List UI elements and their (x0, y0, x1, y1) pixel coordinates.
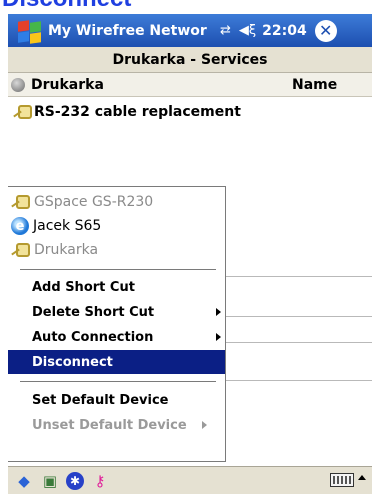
bluetooth-icon[interactable]: ✱ (66, 471, 84, 490)
device-status-icon (11, 77, 25, 92)
menu-item-label: Set Default Device (32, 392, 169, 408)
page-title-label: Drukarka - Services (112, 51, 268, 68)
plug-icon (10, 193, 30, 211)
submenu-arrow-icon (216, 308, 221, 316)
internet-explorer-icon: e (11, 217, 29, 235)
bottom-taskbar: ◆ ▣ ✱ ⚷ (8, 466, 372, 494)
menu-item-label: Auto Connection (32, 329, 154, 345)
context-menu: GSpace GS-R230 e Jacek S65 Drukarka Add … (8, 186, 226, 462)
submenu-arrow-icon (216, 333, 221, 341)
windows-start-icon[interactable] (12, 18, 42, 44)
menu-separator (20, 269, 216, 270)
menu-device-gspace[interactable]: GSpace GS-R230 (8, 190, 225, 214)
plug-icon (12, 103, 32, 121)
page-title: Drukarka - Services (8, 47, 372, 73)
device-label: GSpace GS-R230 (34, 194, 154, 210)
submenu-arrow-icon (202, 421, 207, 429)
back-arrow-icon[interactable]: ◆ (14, 471, 34, 491)
services-list: RS-232 cable replacement (8, 100, 372, 124)
keyboard-icon[interactable] (330, 473, 354, 487)
column-device-label: Drukarka (31, 76, 104, 93)
unset-default-device-item: Unset Default Device (8, 413, 225, 437)
menu-item-label: Disconnect (32, 354, 113, 370)
close-button[interactable]: ✕ (314, 19, 337, 42)
add-short-cut-item[interactable]: Add Short Cut (8, 275, 225, 299)
device-label: Drukarka (34, 242, 99, 258)
auto-connection-item[interactable]: Auto Connection (8, 325, 225, 349)
plug-icon (10, 241, 30, 259)
volume-icon[interactable]: ◀ξ (239, 23, 256, 38)
pocket-pc-screen: My Wirefree Networ ⇄ ◀ξ 22:04 ✕ Drukarka… (8, 14, 372, 494)
list-item[interactable]: RS-232 cable replacement (8, 100, 372, 124)
menu-separator (20, 381, 216, 382)
set-default-device-item[interactable]: Set Default Device (8, 388, 225, 412)
input-panel-arrow-icon[interactable] (358, 475, 366, 480)
column-name-label[interactable]: Name (292, 77, 337, 93)
column-header[interactable]: Drukarka Name (8, 73, 372, 97)
app-title: My Wirefree Networ (48, 22, 207, 39)
clock[interactable]: 22:04 (262, 23, 307, 39)
disconnect-item[interactable]: Disconnect (8, 350, 225, 374)
delete-short-cut-item[interactable]: Delete Short Cut (8, 300, 225, 324)
title-bar: My Wirefree Networ ⇄ ◀ξ 22:04 ✕ (8, 14, 372, 47)
page-caption: Disconnect (0, 0, 372, 11)
menu-item-label: Unset Default Device (32, 417, 187, 433)
key-icon[interactable]: ⚷ (90, 471, 110, 491)
menu-device-drukarka[interactable]: Drukarka (8, 238, 225, 262)
device-manager-icon[interactable]: ▣ (40, 471, 60, 491)
menu-device-jacek[interactable]: e Jacek S65 (8, 214, 225, 238)
device-label: Jacek S65 (33, 218, 102, 234)
menu-item-label: Add Short Cut (32, 279, 135, 295)
menu-item-label: Delete Short Cut (32, 304, 155, 320)
service-label: RS-232 cable replacement (34, 104, 241, 120)
connectivity-icon[interactable]: ⇄ (220, 23, 231, 38)
